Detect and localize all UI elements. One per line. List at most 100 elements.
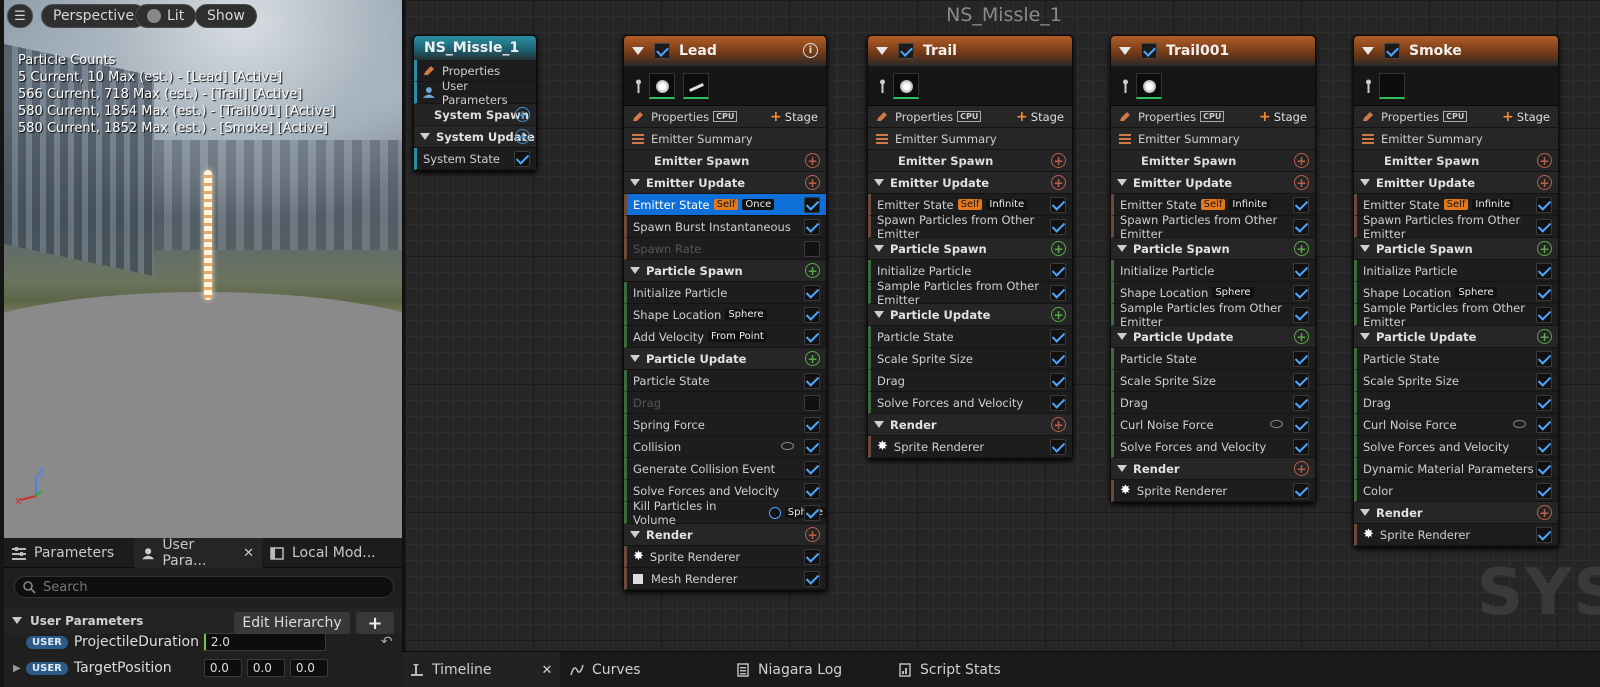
- emitter-properties-row[interactable]: Properties CPU + Stage: [868, 106, 1072, 128]
- collapse-arrow-icon[interactable]: [874, 179, 884, 186]
- module-enabled-checkbox[interactable]: [804, 307, 820, 323]
- scale-sprite-size-module[interactable]: Scale Sprite Size: [1354, 370, 1558, 392]
- module-enabled-checkbox[interactable]: [1536, 395, 1552, 411]
- renderer-enabled-checkbox[interactable]: [1536, 527, 1552, 543]
- add-velocity-module[interactable]: Add Velocity From Point: [624, 326, 826, 348]
- add-module-icon[interactable]: +: [1537, 175, 1552, 190]
- sprite-renderer-row[interactable]: ✸ Sprite Renderer: [1111, 480, 1315, 502]
- module-enabled-checkbox[interactable]: [804, 505, 820, 521]
- pin-icon[interactable]: [1364, 79, 1373, 93]
- add-module-icon[interactable]: +: [1537, 241, 1552, 256]
- module-enabled-checkbox[interactable]: [1293, 395, 1309, 411]
- param-row-projectile-duration[interactable]: USER ProjectileDuration 2.0 ↶: [4, 630, 402, 654]
- module-enabled-checkbox[interactable]: [1536, 285, 1552, 301]
- solve-forces-module[interactable]: Solve Forces and Velocity: [1354, 436, 1558, 458]
- particle-state-module[interactable]: Particle State: [868, 326, 1072, 348]
- close-tab-icon[interactable]: ✕: [542, 663, 553, 678]
- param-value-z[interactable]: 0.0: [289, 659, 328, 677]
- module-enabled-checkbox[interactable]: [1293, 307, 1309, 323]
- add-stage-button[interactable]: + Stage: [770, 109, 818, 125]
- module-enabled-checkbox[interactable]: [804, 241, 820, 257]
- pin-icon[interactable]: [878, 79, 887, 93]
- collapse-arrow-icon[interactable]: [1360, 245, 1370, 252]
- info-icon[interactable]: i: [803, 43, 818, 58]
- particle-spawn-header[interactable]: Particle Spawn +: [1111, 238, 1315, 260]
- renderer-enabled-checkbox[interactable]: [804, 549, 820, 565]
- system-overview-graph[interactable]: NS_Missle_1 SYS NS_Missle_1 Properties U…: [402, 0, 1600, 651]
- emitter-enabled-checkbox[interactable]: [1141, 43, 1157, 59]
- system-update-row[interactable]: System Update +: [414, 126, 536, 148]
- particle-spawn-header[interactable]: Particle Spawn +: [624, 260, 826, 282]
- tab-local-modules[interactable]: Local Mod...: [262, 538, 392, 568]
- add-module-icon[interactable]: +: [805, 263, 820, 278]
- emitter-spawn-row[interactable]: Emitter Spawn +: [1354, 150, 1558, 172]
- spawn-rate-module[interactable]: Spawn Rate: [624, 238, 826, 260]
- module-enabled-checkbox[interactable]: [1536, 461, 1552, 477]
- collapse-arrow-icon[interactable]: [12, 617, 22, 624]
- param-value-y[interactable]: 0.0: [246, 659, 285, 677]
- add-module-icon[interactable]: +: [515, 129, 530, 144]
- module-enabled-checkbox[interactable]: [1293, 197, 1309, 213]
- emitter-update-header[interactable]: Emitter Update +: [1111, 172, 1315, 194]
- emitter-summary-row[interactable]: Emitter Summary: [1354, 128, 1558, 150]
- emitter-update-header[interactable]: Emitter Update +: [624, 172, 826, 194]
- module-enabled-checkbox[interactable]: [804, 417, 820, 433]
- scale-sprite-size-module[interactable]: Scale Sprite Size: [868, 348, 1072, 370]
- eye-icon[interactable]: [1513, 420, 1526, 428]
- spawn-from-other-emitter-module[interactable]: Spawn Particles from Other Emitter: [1111, 213, 1315, 241]
- collapse-arrow-icon[interactable]: [630, 531, 640, 538]
- module-enabled-checkbox[interactable]: [1293, 285, 1309, 301]
- module-enabled-checkbox[interactable]: [1536, 439, 1552, 455]
- particle-state-module[interactable]: Particle State: [1111, 348, 1315, 370]
- system-user-parameters-row[interactable]: User Parameters: [414, 79, 536, 107]
- emitter-node-smoke[interactable]: Smoke Properties CPU + Stage Emitter Summ…: [1353, 35, 1559, 547]
- expand-arrow-icon[interactable]: ▶: [4, 663, 26, 674]
- tab-user-parameters[interactable]: User Para... ✕: [134, 537, 262, 569]
- module-enabled-checkbox[interactable]: [1050, 263, 1066, 279]
- collision-module[interactable]: Collision: [624, 436, 826, 458]
- module-enabled-checkbox[interactable]: [804, 219, 820, 235]
- emitter-spawn-row[interactable]: Emitter Spawn +: [868, 150, 1072, 172]
- add-stage-button[interactable]: + Stage: [1502, 109, 1550, 125]
- module-enabled-checkbox[interactable]: [1536, 483, 1552, 499]
- pin-icon[interactable]: [634, 79, 643, 93]
- renderer-enabled-checkbox[interactable]: [804, 571, 820, 587]
- emitter-properties-row[interactable]: Properties CPU + Stage: [1111, 106, 1315, 128]
- add-module-icon[interactable]: +: [1294, 175, 1309, 190]
- add-module-icon[interactable]: +: [1537, 329, 1552, 344]
- add-module-icon[interactable]: +: [1537, 153, 1552, 168]
- spring-force-module[interactable]: Spring Force: [624, 414, 826, 436]
- collapse-arrow-icon[interactable]: [874, 245, 884, 252]
- viewport-menu-button[interactable]: ☰: [7, 4, 33, 28]
- system-state-row[interactable]: System State: [414, 148, 536, 170]
- module-enabled-checkbox[interactable]: [1536, 373, 1552, 389]
- module-enabled-checkbox[interactable]: [1050, 219, 1066, 235]
- drag-module[interactable]: Drag: [624, 392, 826, 414]
- collapse-arrow-icon[interactable]: [1362, 47, 1374, 55]
- emitter-header[interactable]: Trail001: [1111, 36, 1315, 66]
- collapse-arrow-icon[interactable]: [1117, 179, 1127, 186]
- module-enabled-checkbox[interactable]: [1050, 351, 1066, 367]
- module-enabled-checkbox[interactable]: [1536, 197, 1552, 213]
- emitter-spawn-row[interactable]: Emitter Spawn +: [624, 150, 826, 172]
- module-enabled-checkbox[interactable]: [1293, 263, 1309, 279]
- collapse-arrow-icon[interactable]: [874, 311, 884, 318]
- add-renderer-icon[interactable]: +: [1051, 417, 1066, 432]
- sprite-renderer-row[interactable]: ✸ Sprite Renderer: [868, 436, 1072, 458]
- emitter-spawn-row[interactable]: Emitter Spawn +: [1111, 150, 1315, 172]
- emitter-header[interactable]: Smoke: [1354, 36, 1558, 66]
- close-tab-icon[interactable]: ✕: [243, 546, 254, 561]
- module-enabled-checkbox[interactable]: [1293, 439, 1309, 455]
- module-enabled-checkbox[interactable]: [804, 439, 820, 455]
- collapse-arrow-icon[interactable]: [630, 179, 640, 186]
- initialize-particle-module[interactable]: Initialize Particle: [624, 282, 826, 304]
- show-button[interactable]: Show: [195, 4, 257, 28]
- emitter-summary-row[interactable]: Emitter Summary: [868, 128, 1072, 150]
- perspective-button[interactable]: Perspective: [41, 4, 147, 28]
- lit-button[interactable]: Lit: [135, 4, 197, 28]
- tab-script-stats[interactable]: Script Stats: [898, 652, 1001, 687]
- collapse-arrow-icon[interactable]: [876, 47, 888, 55]
- color-module[interactable]: Color: [1354, 480, 1558, 502]
- module-enabled-checkbox[interactable]: [1050, 373, 1066, 389]
- emitter-state-module[interactable]: Emitter State Self Once: [624, 194, 826, 216]
